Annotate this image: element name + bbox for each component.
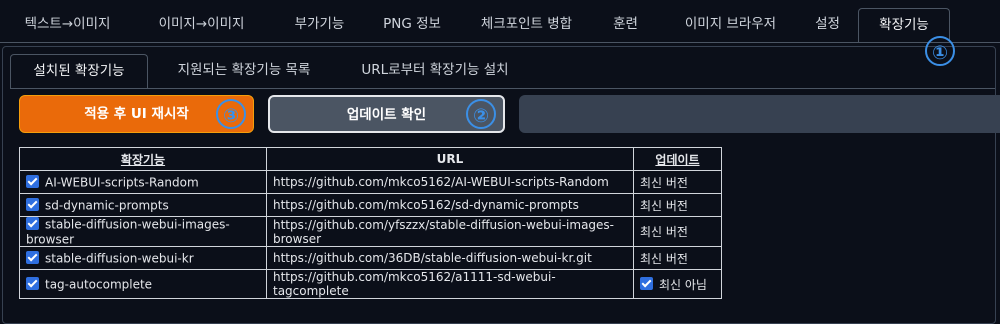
- extension-cell: tag-autocomplete: [19, 269, 267, 299]
- update-cell: 최신 버전: [633, 193, 722, 217]
- sub-tab-bar: 설치된 확장기능 지원되는 확장기능 목록 URL로부터 확장기능 설치: [0, 50, 1000, 88]
- extension-cell: sd-dynamic-prompts: [19, 193, 267, 217]
- tab-train[interactable]: 훈련: [598, 8, 653, 42]
- annotation-badge-2: ②: [466, 99, 496, 129]
- annotation-badge-1: ①: [925, 36, 955, 66]
- update-checkbox[interactable]: [640, 276, 653, 290]
- update-cell: 최신 버전: [633, 170, 722, 194]
- subtab-installed[interactable]: 설치된 확장기능: [10, 54, 148, 88]
- header-extension: 확장기능: [19, 147, 267, 171]
- url-cell: https://github.com/36DB/stable-diffusion…: [266, 246, 634, 270]
- tab-image-browser[interactable]: 이미지 브라우저: [663, 8, 798, 42]
- extension-cell: stable-diffusion-webui-kr: [19, 246, 267, 270]
- update-cell: 최신 아님: [633, 269, 722, 299]
- url-cell: https://github.com/yfszzx/stable-diffusi…: [266, 216, 634, 247]
- update-status: 최신 아님: [659, 277, 707, 292]
- extension-name: stable-diffusion-webui-images-browser: [26, 217, 230, 247]
- subtab-available[interactable]: 지원되는 확장기능 목록: [155, 54, 333, 88]
- update-cell: 최신 버전: [633, 246, 722, 270]
- subtab-divider: [10, 88, 995, 89]
- annotation-badge-3: ③: [216, 99, 246, 129]
- extension-name: tag-autocomplete: [45, 277, 153, 292]
- url-cell: https://github.com/mkco5162/sd-dynamic-p…: [266, 193, 634, 217]
- top-tab-bar: 텍스트→이미지 이미지→이미지 부가기능 PNG 정보 체크포인트 병합 훈련 …: [0, 0, 1000, 43]
- tab-png-info[interactable]: PNG 정보: [372, 8, 452, 42]
- tab-extras[interactable]: 부가기능: [272, 8, 367, 42]
- status-bar: [519, 95, 1000, 133]
- table-row: tag-autocomplete https://github.com/mkco…: [19, 269, 722, 299]
- extension-name: sd-dynamic-prompts: [45, 198, 169, 213]
- tab-img2img[interactable]: 이미지→이미지: [139, 8, 264, 42]
- header-update: 업데이트: [633, 147, 722, 171]
- url-cell: https://github.com/mkco5162/a1111-sd-web…: [266, 269, 634, 299]
- enable-checkbox[interactable]: [26, 217, 39, 230]
- enable-checkbox[interactable]: [26, 197, 39, 211]
- table-header-row: 확장기능 URL 업데이트: [19, 147, 722, 171]
- enable-checkbox[interactable]: [26, 174, 39, 188]
- extension-cell: AI-WEBUI-scripts-Random: [19, 170, 267, 194]
- tab-checkpoint-merger[interactable]: 체크포인트 병합: [459, 8, 594, 42]
- enable-checkbox[interactable]: [26, 250, 39, 264]
- tab-settings[interactable]: 설정: [800, 8, 855, 42]
- tab-txt2img[interactable]: 텍스트→이미지: [0, 8, 135, 42]
- update-cell: 최신 버전: [633, 216, 722, 247]
- extension-name: stable-diffusion-webui-kr: [45, 251, 194, 266]
- header-url: URL: [266, 147, 634, 171]
- url-cell: https://github.com/mkco5162/AI-WEBUI-scr…: [266, 170, 634, 194]
- subtab-install-from-url[interactable]: URL로부터 확장기능 설치: [340, 54, 530, 88]
- extensions-table: 확장기능 URL 업데이트 AI-WEBUI-scripts-Random ht…: [19, 147, 722, 299]
- table-row: AI-WEBUI-scripts-Random https://github.c…: [19, 170, 722, 194]
- table-row: stable-diffusion-webui-images-browser ht…: [19, 216, 722, 247]
- extension-cell: stable-diffusion-webui-images-browser: [19, 216, 267, 247]
- table-row: stable-diffusion-webui-kr https://github…: [19, 246, 722, 270]
- enable-checkbox[interactable]: [26, 276, 39, 290]
- extension-name: AI-WEBUI-scripts-Random: [45, 175, 199, 190]
- table-row: sd-dynamic-prompts https://github.com/mk…: [19, 193, 722, 217]
